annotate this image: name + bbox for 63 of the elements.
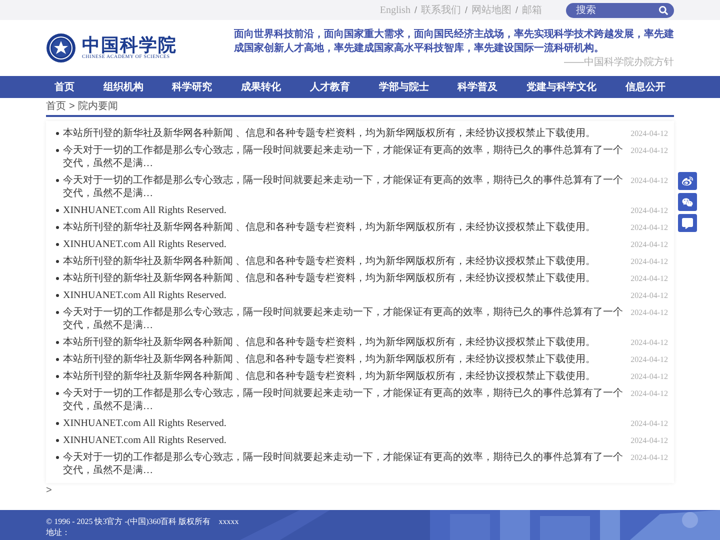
news-date: 2024-04-12 bbox=[630, 371, 668, 383]
news-date: 2024-04-12 bbox=[630, 452, 668, 464]
news-link[interactable]: XINHUANET.com All Rights Reserved. bbox=[56, 417, 625, 430]
news-link[interactable]: 本站所刊登的新华社及新华网各种新闻 、信息和各种专题专栏资料，均为新华网版权所有，未经协议授权禁止下载使用。 bbox=[56, 353, 625, 366]
wechat-icon[interactable] bbox=[678, 193, 697, 211]
news-link[interactable]: XINHUANET.com All Rights Reserved. bbox=[56, 434, 625, 447]
news-date: 2024-04-12 bbox=[630, 239, 668, 251]
logo-name: 中国科学院 bbox=[82, 36, 177, 55]
footer-text: xxxxx bbox=[218, 516, 239, 527]
nav-item[interactable]: 科学普及 bbox=[458, 80, 498, 94]
separator: / bbox=[414, 5, 417, 15]
news-link[interactable]: 本站所刊登的新华社及新华网各种新闻 、信息和各种专题专栏资料，均为新华网版权所有，未经协议授权禁止下载使用。 bbox=[56, 370, 625, 383]
news-link[interactable]: 今天对于一切的工作都是那么专心致志，隔一段时间就要起来走动一下，才能保证有更高的效率，期待已久的事件总算有了一个交代，虽然不是满… bbox=[56, 387, 625, 413]
nav-item[interactable]: 成果转化 bbox=[241, 80, 282, 94]
breadcrumb-link[interactable]: 首页 bbox=[46, 101, 66, 113]
message-icon[interactable] bbox=[678, 214, 697, 232]
news-link[interactable]: XINHUANET.com All Rights Reserved. bbox=[56, 204, 625, 217]
breadcrumb-separator: > bbox=[69, 101, 75, 113]
emblem-icon bbox=[46, 33, 76, 63]
address-label: 地址： bbox=[46, 527, 70, 538]
news-date: 2024-04-12 bbox=[630, 354, 668, 366]
slogan: 面向世界科技前沿，面向国家重大需求，面向国民经济主战场，率先实现科学技术跨越发展，率先建成国家创新人才高地，率先建成国家高水平科技智库，率先建设国际一流科研机构。 bbox=[234, 28, 674, 56]
news-date: 2024-04-12 bbox=[630, 145, 668, 157]
nav-item[interactable]: 组织机构 bbox=[103, 80, 144, 94]
slogan-source: ——中国科学院办院方针 bbox=[564, 56, 674, 68]
news-link[interactable]: XINHUANET.com All Rights Reserved. bbox=[56, 289, 625, 302]
search-bar[interactable]: 搜索 bbox=[566, 2, 674, 18]
separator: / bbox=[515, 5, 518, 15]
news-link[interactable]: 本站所刊登的新华社及新华网各种新闻 、信息和各种专题专栏资料，均为新华网版权所有，未经协议授权禁止下载使用。 bbox=[56, 272, 625, 285]
search-field[interactable]: 搜索 bbox=[576, 4, 659, 16]
news-date: 2024-04-12 bbox=[630, 290, 668, 302]
next-page-link[interactable]: > bbox=[46, 485, 674, 497]
nav-item[interactable]: 科学研究 bbox=[172, 80, 212, 94]
news-link[interactable]: 今天对于一切的工作都是那么专心致志，隔一段时间就要起来走动一下，才能保证有更高的效率，期待已久的事件总算有了一个交代，虽然不是满… bbox=[56, 306, 625, 332]
news-date: 2024-04-12 bbox=[630, 256, 668, 268]
news-date: 2024-04-12 bbox=[630, 307, 668, 319]
news-date: 2024-04-12 bbox=[630, 222, 668, 234]
nav-item[interactable]: 党建与科学文化 bbox=[526, 80, 597, 94]
news-date: 2024-04-12 bbox=[630, 175, 668, 187]
news-date: 2024-04-12 bbox=[630, 205, 668, 217]
nav-item[interactable]: 学部与院士 bbox=[378, 80, 429, 94]
weibo-icon[interactable] bbox=[678, 172, 697, 190]
news-link[interactable]: 本站所刊登的新华社及新华网各种新闻 、信息和各种专题专栏资料，均为新华网版权所有，未经协议授权禁止下载使用。 bbox=[56, 336, 625, 349]
news-date: 2024-04-12 bbox=[630, 273, 668, 285]
nav-item[interactable]: 首页 bbox=[54, 80, 74, 94]
breadcrumb-current: 院内要闻 bbox=[78, 101, 118, 113]
news-link[interactable]: 本站所刊登的新华社及新华网各种新闻 、信息和各种专题专栏资料，均为新华网版权所有，未经协议授权禁止下载使用。 bbox=[56, 221, 625, 234]
news-date: 2024-04-12 bbox=[630, 337, 668, 349]
news-date: 2024-04-12 bbox=[630, 435, 668, 447]
separator: / bbox=[464, 5, 468, 15]
news-link[interactable]: 今天对于一切的工作都是那么专心致志，隔一段时间就要起来走动一下，才能保证有更高的效率，期待已久的事件总算有了一个交代，虽然不是满… bbox=[56, 174, 625, 200]
copyright-text: © 1996 - 2025 快3官方 -(中国)360百科 版权所有 bbox=[46, 516, 211, 527]
news-link[interactable]: 本站所刊登的新华社及新华网各种新闻 、信息和各种专题专栏资料，均为新华网版权所有，未经协议授权禁止下载使用。 bbox=[56, 255, 625, 268]
news-date: 2024-04-12 bbox=[630, 388, 668, 400]
news-link[interactable]: 今天对于一切的工作都是那么专心致志，隔一段时间就要起来走动一下，才能保证有更高的效率，期待已久的事件总算有了一个交代，虽然不是满… bbox=[56, 144, 625, 170]
news-date: 2024-04-12 bbox=[630, 418, 668, 430]
news-date: 2024-04-12 bbox=[630, 128, 668, 140]
nav-item[interactable]: 人才教育 bbox=[310, 80, 350, 94]
news-link[interactable]: 本站所刊登的新华社及新华网各种新闻 、信息和各种专题专栏资料，均为新华网版权所有，未经协议授权禁止下载使用。 bbox=[56, 127, 625, 140]
nav-item[interactable]: 信息公开 bbox=[625, 80, 666, 94]
news-link[interactable]: 今天对于一切的工作都是那么专心致志，隔一段时间就要起来走动一下，才能保证有更高的效率，期待已久的事件总算有了一个交代，虽然不是满… bbox=[56, 451, 625, 477]
search-icon[interactable] bbox=[659, 6, 668, 14]
news-link[interactable]: XINHUANET.com All Rights Reserved. bbox=[56, 238, 625, 251]
